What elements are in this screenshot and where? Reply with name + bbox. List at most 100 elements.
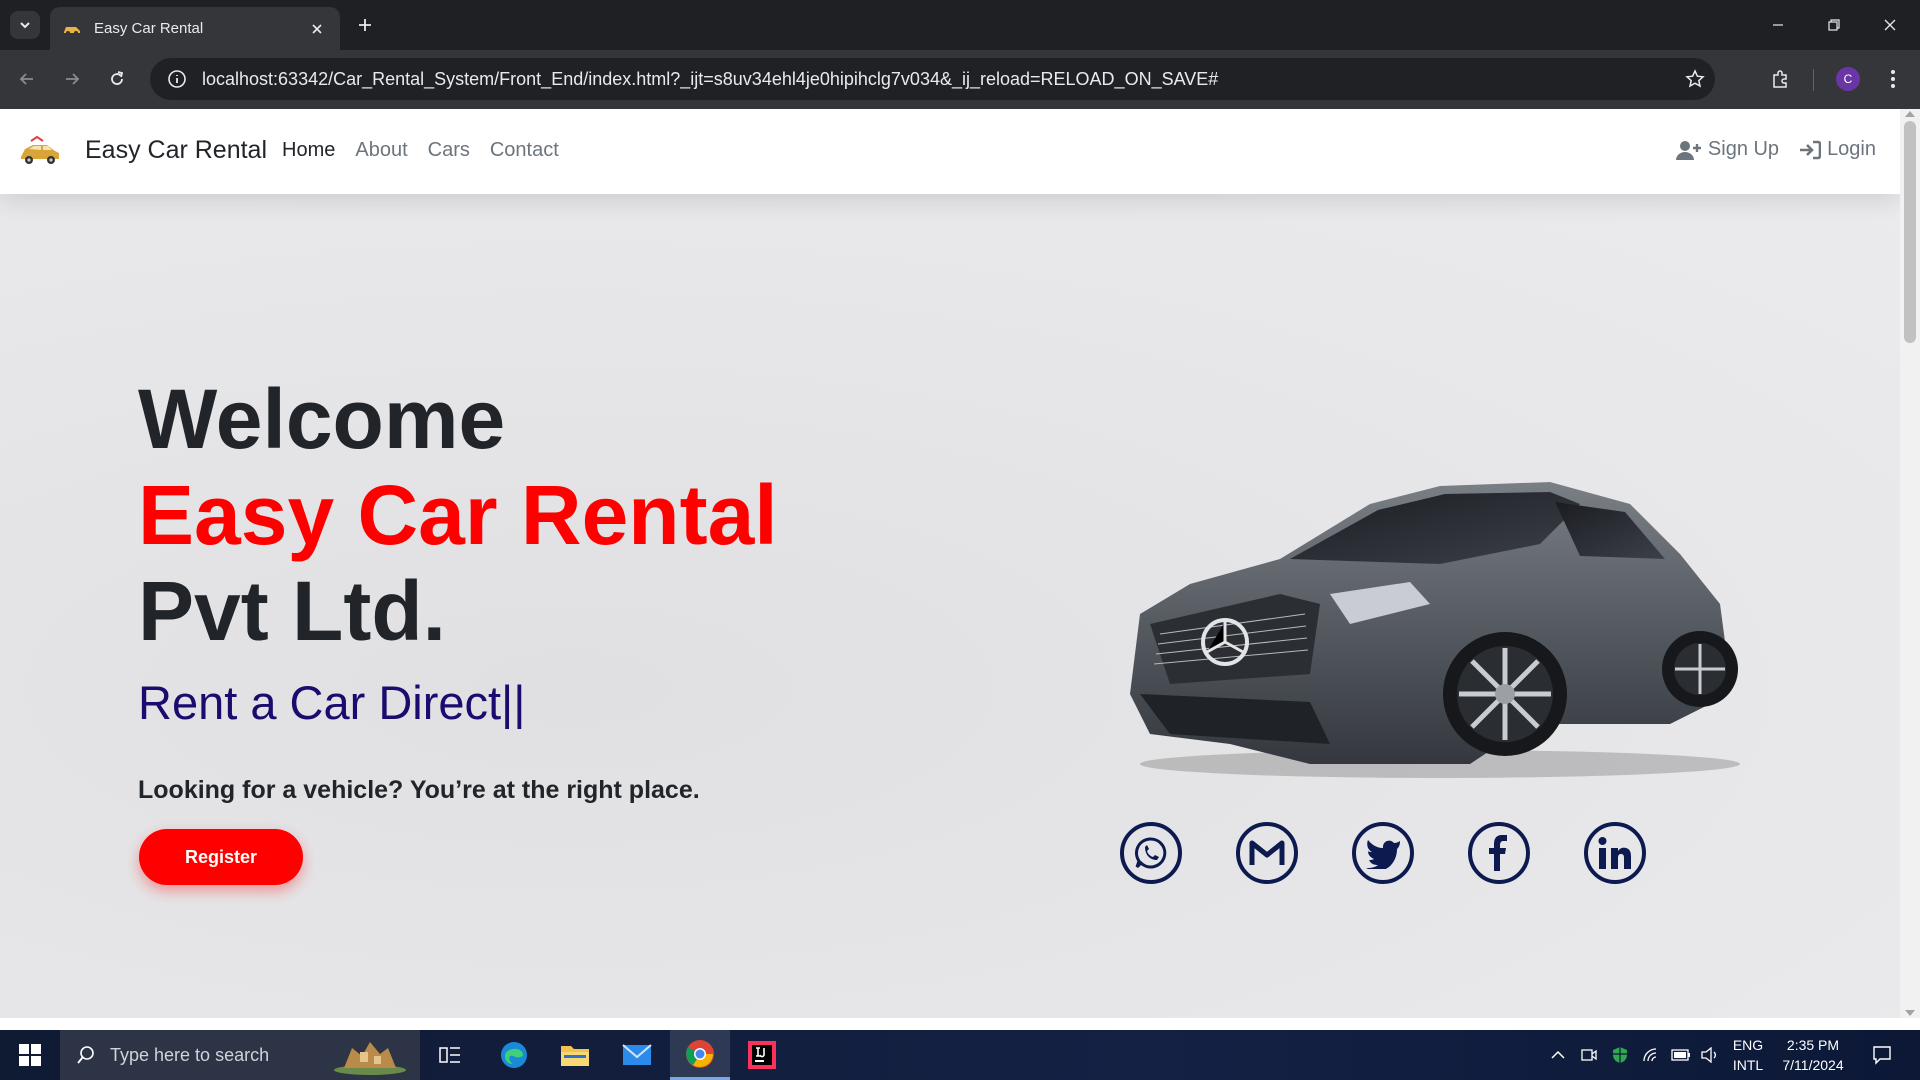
search-highlight-image [334,1042,406,1075]
register-button[interactable]: Register [139,829,303,885]
taskbar-search[interactable]: Type here to search [60,1030,420,1080]
linkedin-link[interactable] [1584,822,1646,884]
chevron-up-icon [1551,1050,1565,1059]
wifi-icon [1643,1048,1657,1062]
reload-icon [111,71,124,85]
tray-overflow-button[interactable] [1545,1030,1571,1080]
brand-name[interactable]: Easy Car Rental [85,136,267,165]
camera-icon [1581,1049,1597,1061]
back-button[interactable] [10,62,44,96]
tray-clock[interactable]: 2:35 PM 7/11/2024 [1776,1030,1850,1080]
language-code: ENG [1732,1037,1764,1053]
taskbar-file-explorer[interactable] [545,1030,605,1080]
scroll-thumb[interactable] [1904,121,1916,343]
twitter-icon [1366,840,1400,869]
clock-time: 2:35 PM [1786,1037,1840,1053]
task-view-icon [439,1047,460,1063]
taskbar-intellij[interactable] [732,1030,792,1080]
start-button[interactable] [0,1030,60,1080]
restore-button[interactable] [1806,0,1862,50]
car-favicon-icon [64,26,80,35]
extensions-button[interactable] [1763,62,1797,96]
new-tab-button[interactable] [352,12,378,38]
car-logo-icon[interactable] [17,135,63,169]
speaker-icon [1701,1047,1716,1063]
browser-tab[interactable]: Easy Car Rental [50,7,340,50]
tab-title: Easy Car Rental [94,20,204,37]
nav-link-contact[interactable]: Contact [490,139,559,162]
search-placeholder: Type here to search [110,1044,270,1065]
battery-icon [1671,1049,1690,1061]
page-bottom-strip [0,1018,1920,1030]
tab-close-button[interactable] [306,18,328,40]
gmail-icon [1249,840,1285,865]
signup-link[interactable]: Sign Up [1675,138,1779,161]
intellij-icon [748,1041,776,1069]
hero-section: Welcome Easy Car Rental Pvt Ltd. Rent a … [0,194,1900,1018]
menu-button[interactable] [1876,62,1910,96]
nav-link-home[interactable]: Home [282,139,335,162]
puzzle-icon [1773,70,1787,88]
edge-icon [501,1042,527,1068]
hero-company-suffix: Pvt Ltd. [138,564,446,658]
close-window-button[interactable] [1862,0,1918,50]
page-viewport: Easy Car Rental Home About Cars Contact … [0,109,1900,1018]
taskbar-chrome[interactable] [670,1030,730,1080]
chrome-icon [686,1039,714,1068]
tray-security[interactable] [1608,1030,1632,1080]
avatar: C [1836,67,1860,91]
tray-battery[interactable] [1668,1030,1694,1080]
clock-date: 7/11/2024 [1782,1057,1844,1073]
tray-volume[interactable] [1698,1030,1722,1080]
windows-taskbar: Type here to search ENG INTL 2:35 PM 7/1… [0,1030,1920,1080]
nav-link-cars[interactable]: Cars [428,139,470,162]
user-plus-icon [1675,140,1701,160]
sign-in-icon [1800,140,1822,159]
restore-icon [1828,19,1840,31]
close-icon [1884,19,1896,31]
whatsapp-icon [1135,837,1167,869]
tab-search-button[interactable] [10,11,40,39]
arrow-right-icon [66,73,80,85]
site-navbar: Easy Car Rental Home About Cars Contact … [0,109,1900,194]
reload-button[interactable] [100,62,134,96]
tray-network[interactable] [1639,1030,1663,1080]
whatsapp-link[interactable] [1120,822,1182,884]
language-layout: INTL [1732,1057,1764,1073]
auth-links: Sign Up Login [1675,138,1876,161]
profile-button[interactable]: C [1831,62,1865,96]
address-bar[interactable]: localhost:63342/Car_Rental_System/Front_… [150,58,1715,100]
more-vertical-icon [1891,70,1895,88]
arrow-left-icon [19,73,33,85]
page-scrollbar[interactable] [1900,109,1920,1018]
scroll-down-arrow[interactable] [1905,1010,1915,1016]
twitter-link[interactable] [1352,822,1414,884]
search-icon [77,1046,94,1064]
nav-link-about[interactable]: About [355,139,407,162]
minimize-button[interactable] [1750,0,1806,50]
gmail-link[interactable] [1236,822,1298,884]
nav-links: Home About Cars Contact [282,139,559,162]
mail-icon [622,1044,652,1065]
facebook-link[interactable] [1468,822,1530,884]
shield-icon [1613,1047,1627,1063]
hero-brand: Easy Car Rental [138,468,778,562]
url-text: localhost:63342/Car_Rental_System/Front_… [202,68,1219,89]
close-icon [312,23,322,34]
forward-button[interactable] [55,62,89,96]
bookmark-button[interactable] [1675,69,1715,89]
browser-toolbar: localhost:63342/Car_Rental_System/Front_… [0,50,1920,109]
tray-language[interactable]: ENG INTL [1726,1030,1770,1080]
scroll-up-arrow[interactable] [1905,111,1915,117]
site-info-icon[interactable] [164,66,190,92]
login-link[interactable]: Login [1799,138,1876,161]
notification-center-button[interactable] [1862,1030,1902,1080]
chevron-down-icon [20,22,30,29]
windows-logo-icon [19,1044,41,1066]
toolbar-separator [1813,69,1814,91]
taskbar-mail[interactable] [607,1030,667,1080]
tray-meet-now[interactable] [1577,1030,1601,1080]
typed-text: Rent a Car Direct|| [138,676,526,729]
task-view-button[interactable] [420,1030,480,1080]
taskbar-edge[interactable] [484,1030,544,1080]
